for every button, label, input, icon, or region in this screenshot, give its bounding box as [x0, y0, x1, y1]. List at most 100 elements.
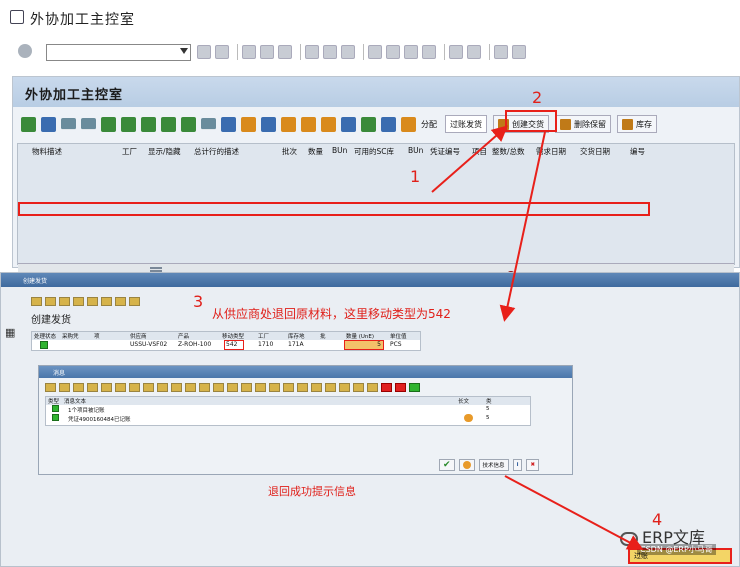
- tool-icon[interactable]: [59, 383, 70, 392]
- collapse-icon[interactable]: [81, 117, 96, 131]
- new-session-icon[interactable]: [449, 45, 463, 59]
- tool-icon[interactable]: [129, 296, 140, 306]
- info-button[interactable]: i: [512, 458, 523, 471]
- tool-icon[interactable]: [87, 296, 98, 306]
- tool-icon[interactable]: [171, 383, 182, 392]
- tool-icon[interactable]: [199, 383, 210, 392]
- tool-icon[interactable]: [115, 296, 126, 306]
- tool-icon[interactable]: [227, 383, 238, 392]
- chevron-down-icon[interactable]: [180, 47, 188, 54]
- qty-field[interactable]: 5: [344, 340, 384, 350]
- find-next-icon[interactable]: [341, 45, 355, 59]
- tool-icon[interactable]: [283, 383, 294, 392]
- details-icon[interactable]: [41, 116, 56, 132]
- col-del-date[interactable]: 交货日期: [580, 146, 610, 157]
- command-field[interactable]: [46, 43, 191, 61]
- tool-icon[interactable]: [101, 296, 112, 306]
- tool-icon[interactable]: [59, 296, 70, 306]
- tool-icon[interactable]: [101, 383, 112, 392]
- col-total-desc[interactable]: 总计行的描述: [194, 146, 239, 157]
- tool-icon[interactable]: [353, 383, 364, 392]
- post-issue-button[interactable]: 过账发货: [445, 115, 487, 133]
- col-batch[interactable]: 批次: [282, 146, 297, 157]
- funnel-icon[interactable]: [381, 116, 396, 132]
- last-page-icon[interactable]: [422, 45, 436, 59]
- layout-icon[interactable]: [512, 45, 526, 59]
- confirm-button[interactable]: ✔: [439, 458, 455, 471]
- col-item[interactable]: 项目: [472, 146, 487, 157]
- cancel-icon[interactable]: [278, 45, 292, 59]
- tool-icon[interactable]: [45, 383, 56, 392]
- warning-filter-icon[interactable]: [395, 383, 406, 392]
- prev-page-icon[interactable]: [386, 45, 400, 59]
- stock-button[interactable]: 库存: [617, 115, 657, 133]
- settings-icon[interactable]: [201, 117, 216, 131]
- issue-grid-row[interactable]: USSU-VSF02 Z-ROH-100 542 1710 171A 5 PCS: [32, 340, 420, 351]
- tool-icon[interactable]: [73, 296, 84, 306]
- error-filter-icon[interactable]: [381, 383, 392, 392]
- close-button[interactable]: ✖: [526, 458, 540, 471]
- tool-icon[interactable]: [311, 383, 322, 392]
- export-icon[interactable]: [221, 116, 236, 132]
- next-page-icon[interactable]: [404, 45, 418, 59]
- col-number[interactable]: 编号: [630, 146, 645, 157]
- col-bun2[interactable]: BUn: [408, 146, 423, 155]
- save-icon[interactable]: [215, 45, 229, 59]
- tech-info-button[interactable]: 技术信息: [478, 458, 509, 471]
- find-icon[interactable]: [323, 45, 337, 59]
- tool-icon[interactable]: [185, 383, 196, 392]
- first-page-icon[interactable]: [368, 45, 382, 59]
- tool-icon[interactable]: [129, 383, 140, 392]
- subtotal-icon[interactable]: [181, 116, 196, 132]
- shortcut-icon[interactable]: [467, 45, 481, 59]
- tool-icon[interactable]: [213, 383, 224, 392]
- movement-type-field[interactable]: 542: [224, 340, 244, 350]
- long-text-icon[interactable]: [464, 414, 473, 422]
- tool-icon[interactable]: [297, 383, 308, 392]
- tool-icon[interactable]: [367, 383, 378, 392]
- sort-asc-icon[interactable]: [101, 116, 116, 132]
- tool-icon[interactable]: [45, 296, 56, 306]
- help-icon[interactable]: [494, 45, 508, 59]
- change-layout-icon[interactable]: [321, 116, 336, 132]
- success-filter-icon[interactable]: [409, 383, 420, 392]
- tool-icon[interactable]: [87, 383, 98, 392]
- layout-grid-icon[interactable]: [301, 116, 316, 132]
- excel-icon[interactable]: [281, 116, 296, 132]
- tool-icon[interactable]: [73, 383, 84, 392]
- expand-icon[interactable]: [61, 117, 76, 131]
- col-show-hide[interactable]: 显示/隐藏: [148, 146, 181, 157]
- tool-icon[interactable]: [255, 383, 266, 392]
- graphic-icon[interactable]: [241, 116, 256, 132]
- sum-icon[interactable]: [161, 116, 176, 132]
- message-row[interactable]: 1个项目被记账 5: [46, 405, 530, 414]
- filter-icon[interactable]: [141, 116, 156, 132]
- exit-icon[interactable]: [260, 45, 274, 59]
- grid-settings-icon[interactable]: ▦: [5, 326, 15, 339]
- history-icon[interactable]: [197, 45, 211, 59]
- refresh-icon[interactable]: [21, 116, 36, 132]
- col-int-total[interactable]: 整数/总数: [492, 146, 525, 157]
- tool-icon[interactable]: [143, 383, 154, 392]
- message-row[interactable]: 凭证4900160484已记账 5: [46, 414, 530, 423]
- tree-icon[interactable]: [361, 116, 376, 132]
- col-material-desc[interactable]: 物料描述: [32, 146, 62, 157]
- tool-icon[interactable]: [269, 383, 280, 392]
- tool-icon[interactable]: [339, 383, 350, 392]
- help-button[interactable]: [458, 458, 475, 471]
- sort-desc-icon[interactable]: [121, 116, 136, 132]
- col-req-date[interactable]: 需求日期: [536, 146, 566, 157]
- back-icon[interactable]: [242, 45, 256, 59]
- col-doc-no[interactable]: 凭证编号: [430, 146, 460, 157]
- delete-retain-button[interactable]: 删除保留: [555, 115, 611, 133]
- col-bun[interactable]: BUn: [332, 146, 347, 155]
- col-qty[interactable]: 数量: [308, 146, 323, 157]
- tool-icon[interactable]: [325, 383, 336, 392]
- tool-icon[interactable]: [115, 383, 126, 392]
- print-icon[interactable]: [305, 45, 319, 59]
- col-avail-sc[interactable]: 可用的SC库: [354, 146, 394, 157]
- word-icon[interactable]: [261, 116, 276, 132]
- col-plant[interactable]: 工厂: [122, 146, 137, 157]
- assign-button[interactable]: 分配: [421, 119, 437, 130]
- enter-icon[interactable]: [18, 43, 40, 61]
